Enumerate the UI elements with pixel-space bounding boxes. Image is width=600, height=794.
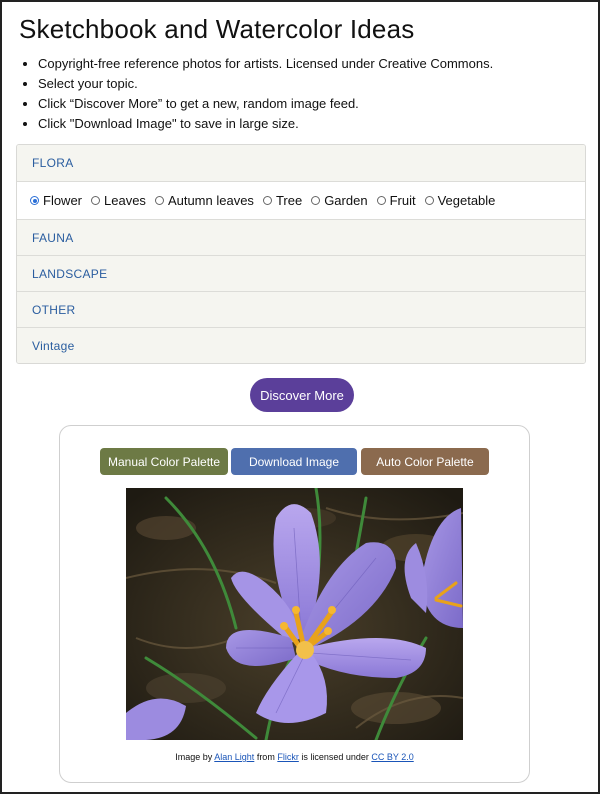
radio-option-tree[interactable]: Tree — [262, 193, 303, 208]
accordion-header-flora[interactable]: FLORA — [17, 145, 585, 181]
radio-option-autumn-leaves[interactable]: Autumn leaves — [154, 193, 254, 208]
instruction-item: Click "Download Image" to save in large … — [38, 114, 493, 134]
instruction-item: Click “Discover More” to get a new, rand… — [38, 94, 493, 114]
radio-label: Vegetable — [437, 193, 496, 208]
accordion-header-vintage[interactable]: Vintage — [17, 327, 585, 363]
image-credit: Image by Alan Light from Flickr is licen… — [60, 752, 529, 762]
radio-option-flower[interactable]: Flower — [30, 193, 82, 208]
radio-button-icon[interactable] — [424, 196, 434, 205]
radio-option-leaves[interactable]: Leaves — [91, 193, 146, 208]
accordion-header-landscape[interactable]: LANDSCAPE — [17, 255, 585, 291]
topic-accordion: FLORA Flower Leaves Autumn leaves Tree G… — [16, 144, 586, 364]
credit-middle: from — [254, 752, 278, 762]
flora-options: Flower Leaves Autumn leaves Tree Garden … — [17, 181, 585, 219]
radio-label: Tree — [275, 193, 303, 208]
reference-photo — [126, 488, 463, 740]
accordion-header-fauna[interactable]: FAUNA — [17, 219, 585, 255]
radio-button-icon[interactable] — [311, 196, 321, 205]
radio-label: Garden — [324, 193, 368, 208]
radio-label: Autumn leaves — [167, 193, 254, 208]
radio-option-vegetable[interactable]: Vegetable — [424, 193, 496, 208]
radio-button-icon[interactable] — [262, 196, 272, 205]
auto-color-palette-button[interactable]: Auto Color Palette — [361, 448, 489, 475]
credit-prefix: Image by — [175, 752, 215, 762]
radio-button-icon[interactable] — [376, 196, 386, 205]
credit-licensed: is licensed under — [298, 752, 372, 762]
accordion-header-other[interactable]: OTHER — [17, 291, 585, 327]
source-link[interactable]: Flickr — [277, 752, 299, 762]
radio-option-garden[interactable]: Garden — [311, 193, 368, 208]
crocus-flower-image — [126, 488, 463, 740]
instruction-item: Select your topic. — [38, 74, 493, 94]
download-image-button[interactable]: Download Image — [231, 448, 357, 475]
radio-button-icon[interactable] — [154, 196, 164, 205]
license-link[interactable]: CC BY 2.0 — [371, 752, 413, 762]
author-link[interactable]: Alan Light — [214, 752, 254, 762]
instruction-item: Copyright-free reference photos for arti… — [38, 54, 493, 74]
instructions-list: Copyright-free reference photos for arti… — [2, 54, 493, 134]
page-title: Sketchbook and Watercolor Ideas — [19, 14, 415, 44]
radio-label: Leaves — [104, 193, 146, 208]
radio-option-fruit[interactable]: Fruit — [376, 193, 416, 208]
manual-color-palette-button[interactable]: Manual Color Palette — [100, 448, 228, 475]
radio-label: Flower — [43, 193, 83, 208]
discover-more-button[interactable]: Discover More — [250, 378, 354, 412]
radio-button-icon[interactable] — [30, 196, 39, 205]
radio-label: Fruit — [389, 193, 416, 208]
image-card: Manual Color Palette Download Image Auto… — [59, 425, 530, 783]
radio-button-icon[interactable] — [91, 196, 101, 205]
